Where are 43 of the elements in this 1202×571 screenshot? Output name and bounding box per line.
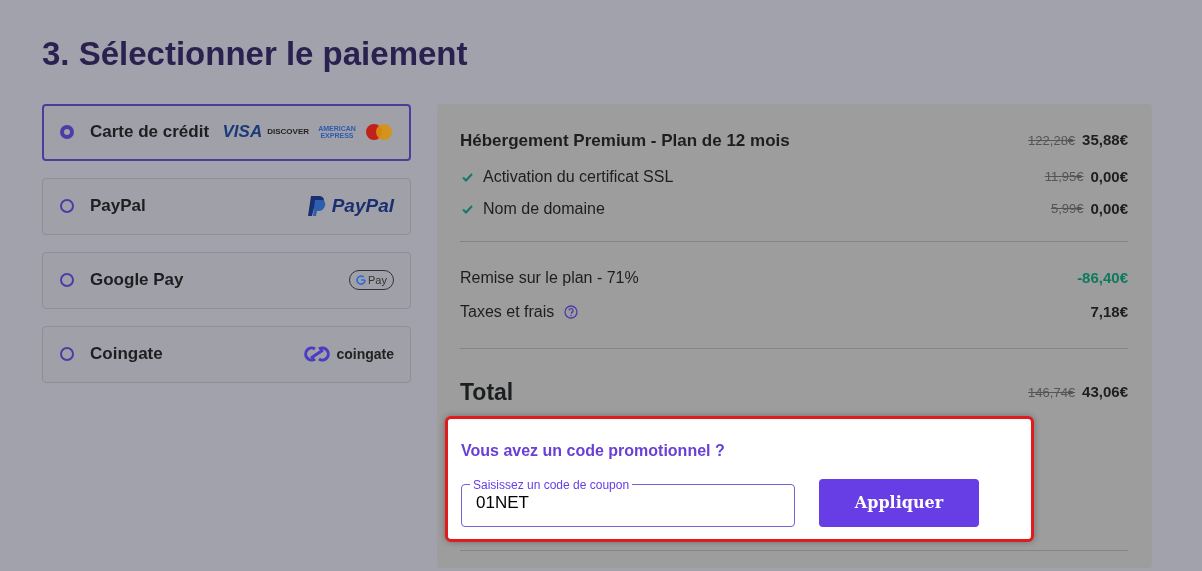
coupon-input[interactable]: 01NET: [476, 489, 780, 516]
page-title: 3. Sélectionner le paiement: [42, 34, 469, 74]
radio-button[interactable]: [60, 273, 74, 288]
circles-logo-icon: [365, 123, 393, 142]
price: 0,00€: [1090, 166, 1128, 187]
option-label: PayPal: [90, 195, 146, 218]
check-icon: [462, 172, 473, 182]
coingate-mark-icon: [303, 346, 332, 363]
price: 0,00€: [1090, 198, 1128, 219]
item-label: Activation du certificat SSL: [483, 167, 674, 188]
card-logo: VISA: [222, 121, 263, 144]
help-icon[interactable]: [564, 305, 579, 320]
item-label: Remise sur le plan - 71%: [460, 268, 639, 289]
check-icon: [462, 204, 473, 214]
payment-option[interactable]: Google Pay Pay: [42, 251, 411, 309]
old-price: 122,28€: [1028, 131, 1076, 150]
apply-button[interactable]: Appliquer: [819, 478, 979, 527]
field-label: Saisissez un code de coupon: [472, 478, 631, 491]
old-price: 5,99€: [1050, 200, 1084, 219]
total-price: 43,06€: [1082, 382, 1128, 403]
promo-heading: Vous avez un code promotionnel ?: [461, 440, 726, 461]
paypal-mark-icon: [306, 195, 327, 218]
radio-button[interactable]: [60, 125, 74, 140]
old-price: 11,95€: [1044, 168, 1084, 187]
item-label: Taxes et frais: [460, 302, 555, 323]
option-label: Carte de crédit: [90, 121, 210, 144]
price: 7,18€: [1090, 301, 1128, 322]
radio-button[interactable]: [60, 199, 74, 214]
total-label: Total: [460, 378, 514, 408]
option-label: Coingate: [90, 343, 163, 366]
coupon-field[interactable]: Saisissez un code de coupon 01NET: [461, 478, 795, 527]
payment-option[interactable]: Coingate coingate: [42, 325, 411, 383]
discount-amount: -86,40€: [1077, 267, 1128, 288]
option-label: Google Pay: [90, 269, 184, 292]
payment-option[interactable]: PayPal PayPal: [42, 177, 411, 235]
coingate-logo: coingate: [336, 344, 394, 364]
item-label: Nom de domaine: [483, 199, 605, 220]
paypal-logo: PayPal: [331, 193, 394, 218]
old-price: 146,74€: [1028, 383, 1076, 402]
card-logo: DISCOVER: [267, 126, 309, 139]
price: 35,88€: [1082, 130, 1128, 151]
item-label: Hébergement Premium - Plan de 12 mois: [460, 129, 790, 152]
radio-button[interactable]: [60, 347, 74, 362]
